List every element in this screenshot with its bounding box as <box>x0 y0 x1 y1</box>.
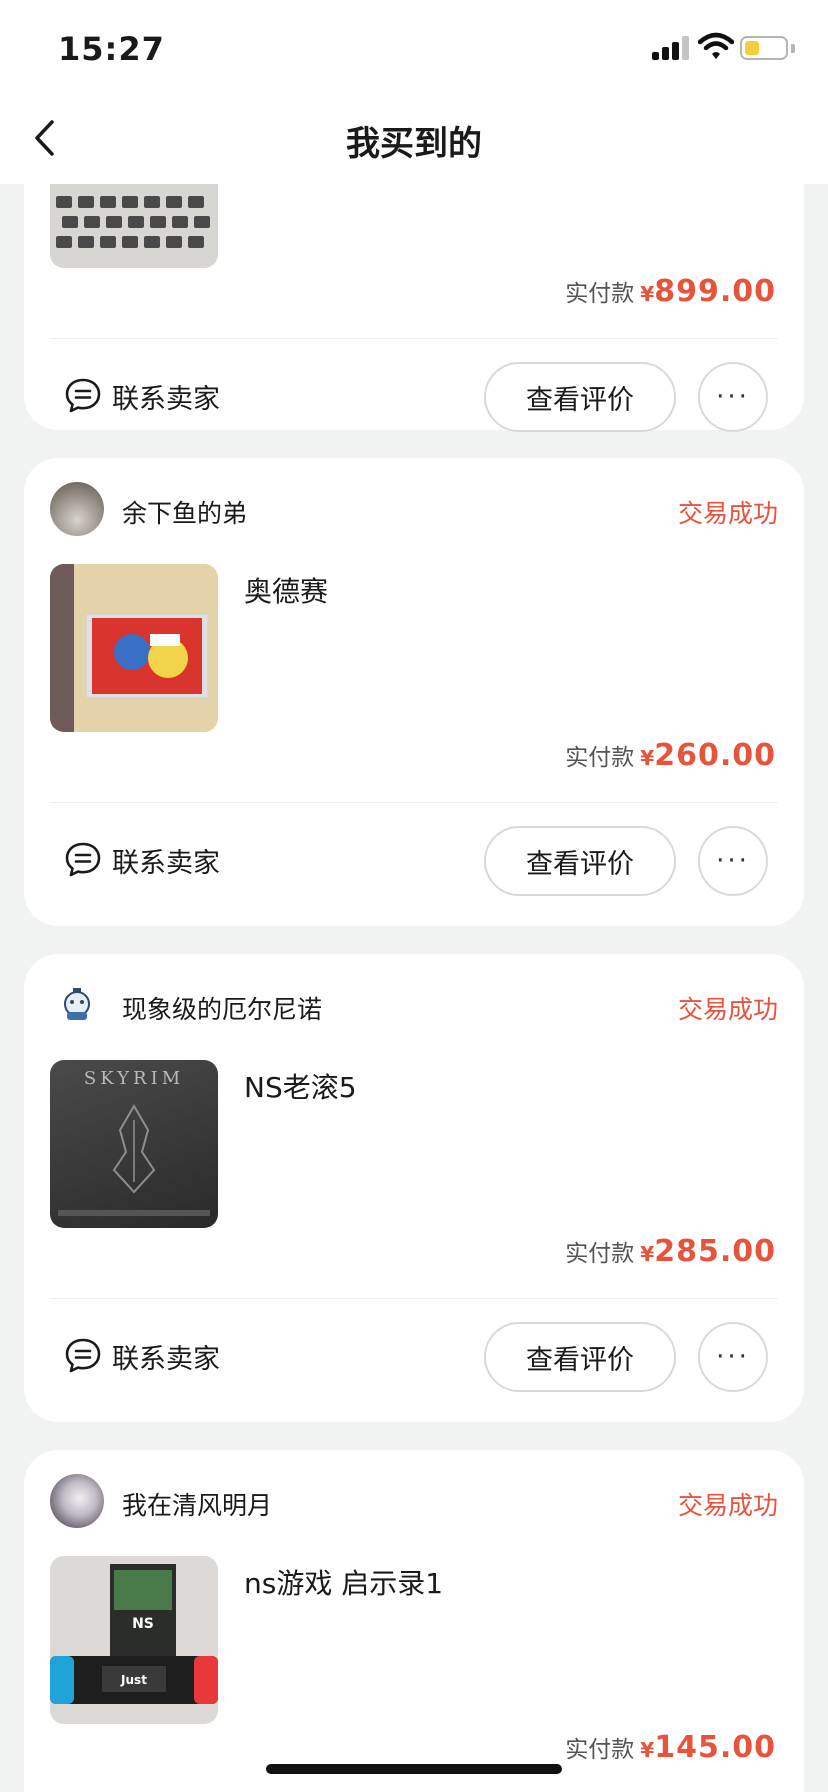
seller-avatar[interactable] <box>50 978 104 1032</box>
item-title[interactable]: ns游戏 启示录1 <box>244 1562 443 1602</box>
view-review-button[interactable]: 查看评价 <box>484 362 676 432</box>
seller-row[interactable]: 我在清风明月 交易成功 <box>50 1474 778 1530</box>
wifi-icon <box>697 32 735 62</box>
trade-status: 交易成功 <box>677 995 778 1024</box>
price-row: 实付款 ¥ 899.00 <box>565 274 776 314</box>
chat-bubble-icon <box>65 1338 101 1373</box>
order-card: 现象级的厄尔尼诺 交易成功 SKYRIM NS老滚5 实付款 ¥ 285.00 … <box>24 954 804 1422</box>
price-label: 实付款 <box>565 281 635 307</box>
navigation-bar: 我买到的 <box>0 92 828 184</box>
seller-name: 现象级的厄尔尼诺 <box>122 995 323 1024</box>
price-row: 实付款 ¥ 145.00 <box>565 1730 776 1770</box>
contact-seller-button[interactable]: 联系卖家 <box>64 372 220 420</box>
price-label: 实付款 <box>565 1241 635 1267</box>
price-row: 实付款 ¥ 260.00 <box>565 738 776 778</box>
product-thumbnail[interactable] <box>50 564 218 732</box>
price-value: 260.00 <box>654 738 776 773</box>
status-bar: 15:27 <box>0 0 828 92</box>
seller-avatar[interactable] <box>50 482 104 536</box>
svg-text:NS: NS <box>132 1616 154 1632</box>
order-card: 我在清风明月 交易成功 NS Just ns游戏 启示录1 实付款 ¥ 145.… <box>24 1450 804 1792</box>
price-currency: ¥ <box>640 282 655 306</box>
divider <box>50 802 778 803</box>
contact-seller-label: 联系卖家 <box>112 847 220 879</box>
more-options-button[interactable]: ··· <box>698 362 768 432</box>
price-value: 285.00 <box>654 1234 776 1269</box>
product-thumbnail[interactable]: NS Just <box>50 1556 218 1724</box>
battery-nub <box>791 44 795 53</box>
home-indicator <box>266 1764 562 1774</box>
divider <box>50 1298 778 1299</box>
price-row: 实付款 ¥ 285.00 <box>565 1234 776 1274</box>
more-options-button[interactable]: ··· <box>698 826 768 896</box>
seller-row[interactable]: 现象级的厄尔尼诺 交易成功 <box>50 978 778 1034</box>
chat-bubble-icon <box>65 842 101 877</box>
price-currency: ¥ <box>640 1242 655 1266</box>
page-title: 我买到的 <box>346 124 482 164</box>
price-value: 145.00 <box>654 1730 776 1765</box>
price-currency: ¥ <box>640 1738 655 1762</box>
contact-seller-button[interactable]: 联系卖家 <box>64 836 220 884</box>
seller-row[interactable]: 余下鱼的弟 交易成功 <box>50 482 778 538</box>
view-review-button[interactable]: 查看评价 <box>484 1322 676 1392</box>
view-review-button[interactable]: 查看评价 <box>484 826 676 896</box>
trade-status: 交易成功 <box>677 1491 778 1520</box>
chat-bubble-icon <box>65 378 101 413</box>
svg-text:Just: Just <box>120 1673 147 1687</box>
more-options-button[interactable]: ··· <box>698 1322 768 1392</box>
seller-avatar[interactable] <box>50 1474 104 1528</box>
seller-name: 余下鱼的弟 <box>122 499 248 528</box>
trade-status: 交易成功 <box>677 499 778 528</box>
item-title[interactable]: NS老滚5 <box>244 1066 357 1106</box>
price-label: 实付款 <box>565 1737 635 1763</box>
cellular-signal-icon <box>652 36 690 60</box>
product-thumbnail[interactable]: SKYRIM <box>50 1060 218 1228</box>
price-currency: ¥ <box>640 746 655 770</box>
item-title[interactable]: 奥德赛 <box>244 570 328 610</box>
contact-seller-label: 联系卖家 <box>112 1343 220 1375</box>
battery-icon <box>740 36 788 60</box>
contact-seller-label: 联系卖家 <box>112 383 220 415</box>
divider <box>50 338 778 339</box>
status-time: 15:27 <box>58 30 165 68</box>
price-label: 实付款 <box>565 745 635 771</box>
order-card: 余下鱼的弟 交易成功 奥德赛 实付款 ¥ 260.00 联系卖家 查看评价 ··… <box>24 458 804 926</box>
svg-text:SKYRIM: SKYRIM <box>84 1068 184 1089</box>
seller-name: 我在清风明月 <box>122 1491 273 1520</box>
price-value: 899.00 <box>654 274 776 309</box>
contact-seller-button[interactable]: 联系卖家 <box>64 1332 220 1380</box>
